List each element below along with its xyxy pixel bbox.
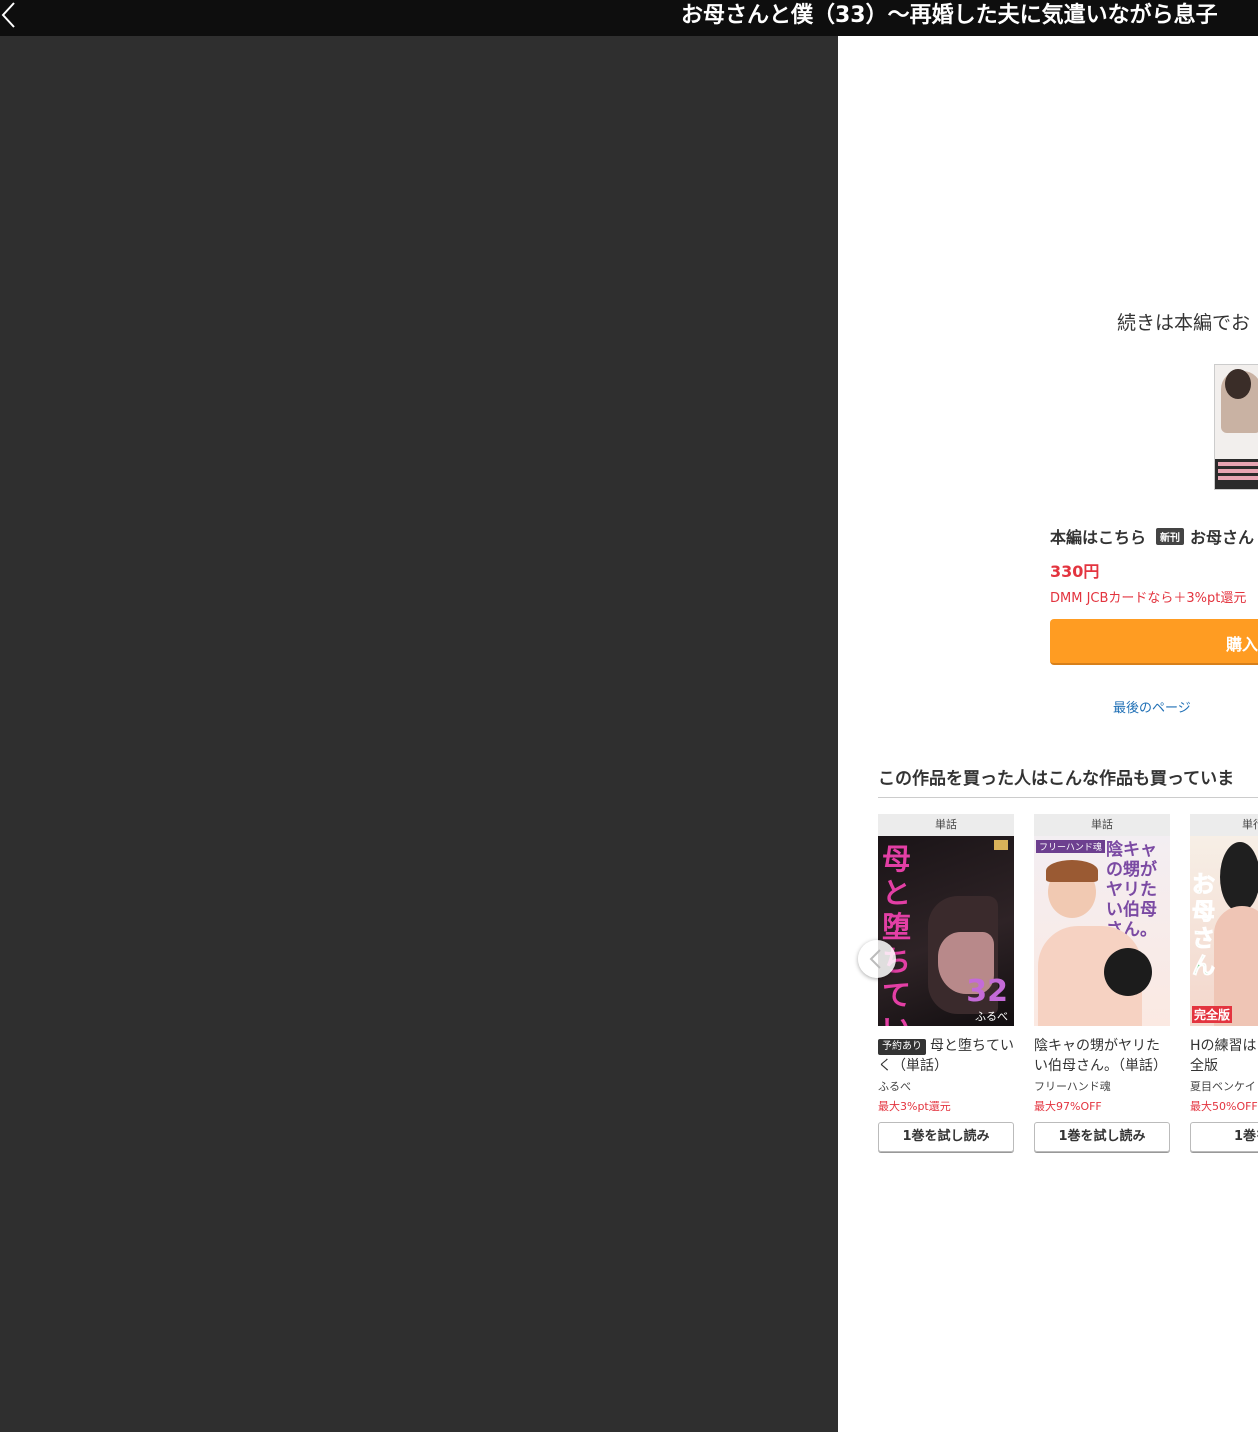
buy-button-label: 購入 <box>1226 635 1258 654</box>
price: 330円 <box>1050 562 1100 581</box>
cover-title-text: お母さん <box>1192 872 1216 980</box>
recommend-cover[interactable]: お母さん 完全版 <box>1190 836 1258 1026</box>
trial-read-button[interactable]: 1巻を試し読み <box>1034 1122 1170 1152</box>
format-label: 単行 <box>1190 814 1258 836</box>
recommend-title[interactable]: Hの練習は…で！完全版 <box>1190 1036 1258 1076</box>
new-release-badge: 新刊 <box>1156 528 1185 545</box>
recommend-cover[interactable]: フリーハンド魂 陰キャの甥がヤリたい伯母さん。 <box>1034 836 1170 1026</box>
main-work-title[interactable]: お母さん <box>1190 528 1254 547</box>
last-page-link[interactable]: 最後のページ <box>1113 697 1191 716</box>
recommend-title[interactable]: 陰キャの甥がヤリたい伯母さん。（単話） <box>1034 1036 1170 1076</box>
cover-title-text: 陰キャの甥がヤリたい伯母さん。 <box>1106 840 1157 940</box>
end-of-preview-panel: 続きは本編でお 本編はこちら 新刊 お母さん 330円 DMM JCBカードなら＋3… <box>838 36 1258 1432</box>
recommend-discount: 最大50%OFF <box>1190 1100 1258 1113</box>
cover-publisher-tag: フリーハンド魂 <box>1036 840 1105 853</box>
cover-badge: 完全版 <box>1192 1006 1233 1023</box>
cover-title-text: 母と堕ちていく <box>882 842 912 1026</box>
cover-author: ふるべ <box>975 1010 1008 1023</box>
trial-read-button[interactable]: 1巻を試し読み <box>878 1122 1014 1152</box>
work-title: お母さんと僕（33）〜再婚した夫に気遣いながら息子 <box>681 3 1218 28</box>
continue-message: 続きは本編でお <box>1117 312 1251 334</box>
page-view-area[interactable] <box>0 36 838 1432</box>
cover-volume: 32 <box>966 974 1008 1009</box>
trial-read-button[interactable]: 1巻を試 <box>1190 1122 1258 1152</box>
recommend-card[interactable]: 単話 フリーハンド魂 陰キャの甥がヤリたい伯母さん。 陰キャの甥がヤリたい伯母さ… <box>1034 814 1170 1152</box>
divider <box>878 797 1258 798</box>
recommend-author[interactable]: 夏目ベンケイ <box>1190 1078 1258 1094</box>
jcb-point-note: DMM JCBカードなら＋3%pt還元 <box>1050 591 1247 606</box>
recommend-discount: 最大3%pt還元 <box>878 1100 951 1113</box>
recommend-cover[interactable]: 母と堕ちていく 32 ふるべ <box>878 836 1014 1026</box>
format-label: 単話 <box>878 814 1014 836</box>
main-work-row[interactable]: 本編はこちら 新刊 お母さん <box>1050 524 1254 548</box>
reserve-badge: 予約あり <box>878 1039 926 1055</box>
recommend-discount: 最大97%OFF <box>1034 1100 1102 1113</box>
viewer-header: お母さんと僕（33）〜再婚した夫に気遣いながら息子 <box>0 0 1258 36</box>
buy-button[interactable]: 購入 <box>1050 619 1258 665</box>
carousel-prev-button[interactable] <box>858 940 896 978</box>
recommend-heading: この作品を買った人はこんな作品も買っていま <box>878 769 1235 789</box>
recommend-card[interactable]: 単話 母と堕ちていく 32 ふるべ 予約あり母と堕ちていく（単話） ふるべ 最大… <box>878 814 1014 1152</box>
recommend-author[interactable]: ふるべ <box>878 1078 1014 1094</box>
back-button[interactable] <box>0 0 24 30</box>
chevron-left-icon <box>869 949 881 969</box>
recommend-card[interactable]: 単行 お母さん 完全版 Hの練習は…で！完全版 夏目ベンケイ 最大50%OFF … <box>1190 814 1258 1152</box>
format-label: 単話 <box>1034 814 1170 836</box>
main-work-label: 本編はこちら <box>1050 528 1147 547</box>
chevron-left-icon <box>1 2 15 28</box>
main-work-cover[interactable] <box>1214 364 1258 490</box>
recommend-author[interactable]: フリーハンド魂 <box>1034 1078 1170 1094</box>
